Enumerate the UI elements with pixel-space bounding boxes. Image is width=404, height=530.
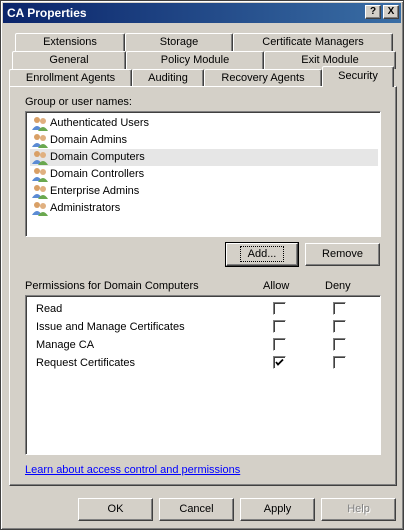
manage-ca-allow-checkbox[interactable] [273, 338, 286, 351]
user-group-icon [32, 202, 48, 216]
remove-button[interactable]: Remove [305, 243, 380, 266]
issue-manage-deny-checkbox[interactable] [333, 320, 346, 333]
apply-button[interactable]: Apply [240, 498, 315, 521]
add-button[interactable]: Add... [225, 242, 299, 267]
user-item-administrators[interactable]: Administrators [30, 200, 378, 217]
manage-ca-deny-checkbox[interactable] [333, 338, 346, 351]
tab-security[interactable]: Security [322, 66, 394, 87]
user-list[interactable]: Authenticated Users Domain Admins Domain… [25, 111, 381, 237]
user-item-domain-controllers[interactable]: Domain Controllers [30, 166, 378, 183]
tab-storage[interactable]: Storage [125, 33, 233, 51]
help-button[interactable]: Help [321, 498, 396, 521]
cancel-button[interactable]: Cancel [159, 498, 234, 521]
tab-certificate-managers[interactable]: Certificate Managers [233, 33, 393, 51]
read-allow-checkbox[interactable] [273, 302, 286, 315]
ca-properties-dialog: CA Properties ? X Extensions Storage Cer… [0, 0, 404, 530]
user-group-icon [32, 185, 48, 199]
issue-manage-allow-checkbox[interactable] [273, 320, 286, 333]
checkmark-icon [275, 358, 284, 366]
user-group-icon [32, 117, 48, 131]
permissions-list: Read Issue and Manage Certificates Manag… [25, 295, 381, 455]
user-item-enterprise-admins[interactable]: Enterprise Admins [30, 183, 378, 200]
user-item-domain-computers[interactable]: Domain Computers [30, 149, 378, 166]
user-group-icon [32, 168, 48, 182]
request-certificates-allow-checkbox[interactable] [273, 356, 286, 369]
close-icon[interactable]: X [383, 5, 399, 19]
user-group-icon [32, 134, 48, 148]
tab-auditing[interactable]: Auditing [132, 69, 204, 87]
request-certificates-deny-checkbox[interactable] [333, 356, 346, 369]
tab-enrollment-agents[interactable]: Enrollment Agents [9, 69, 132, 87]
read-deny-checkbox[interactable] [333, 302, 346, 315]
allow-header: Allow [263, 280, 290, 292]
help-icon[interactable]: ? [365, 5, 381, 19]
permissions-label: Permissions for Domain Computers [25, 280, 199, 292]
user-group-icon [32, 151, 48, 165]
tab-extensions[interactable]: Extensions [15, 33, 125, 51]
title-bar[interactable]: CA Properties [3, 3, 401, 23]
group-user-names-label: Group or user names: [25, 96, 132, 108]
permission-read: Read [36, 303, 63, 315]
tab-general[interactable]: General [12, 51, 126, 69]
user-item-authenticated-users[interactable]: Authenticated Users [30, 115, 378, 132]
deny-header: Deny [325, 280, 351, 292]
ok-button[interactable]: OK [78, 498, 153, 521]
tab-policy-module[interactable]: Policy Module [126, 51, 264, 69]
permission-request-certificates: Request Certificates [36, 357, 136, 369]
tab-recovery-agents[interactable]: Recovery Agents [204, 69, 322, 87]
window-title: CA Properties [7, 6, 87, 20]
permission-issue-manage-certificates: Issue and Manage Certificates [36, 321, 185, 333]
permission-manage-ca: Manage CA [36, 339, 95, 351]
learn-access-control-link[interactable]: Learn about access control and permissio… [25, 464, 240, 476]
user-item-domain-admins[interactable]: Domain Admins [30, 132, 378, 149]
